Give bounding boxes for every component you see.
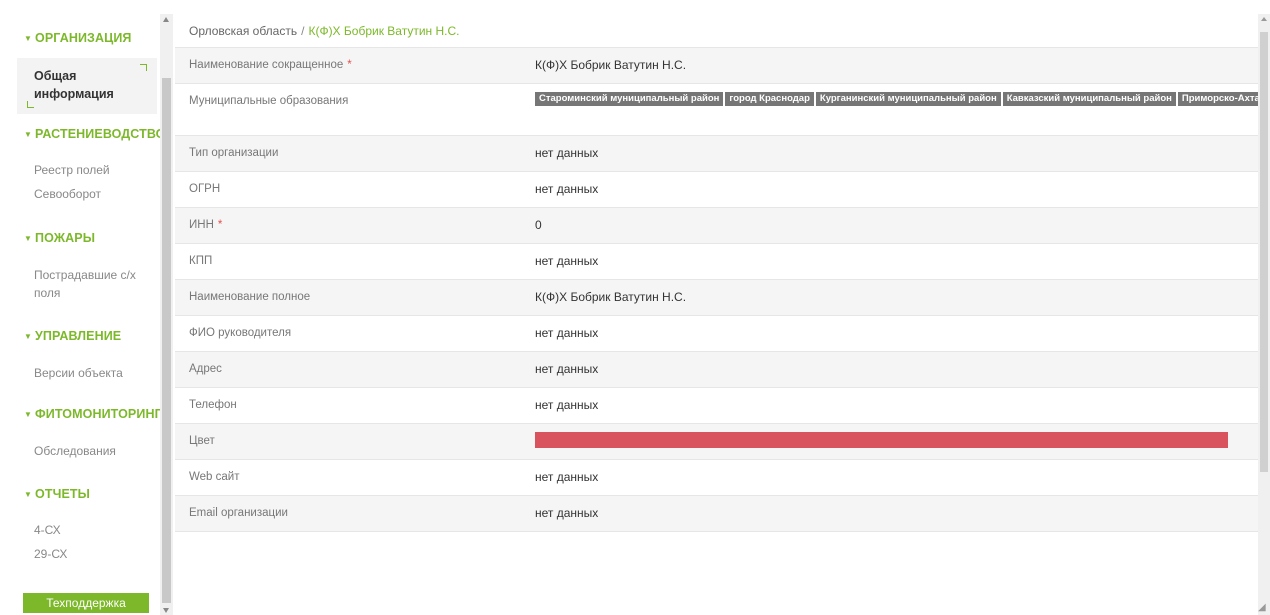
main-scrollbar[interactable]: ◢	[1258, 14, 1270, 615]
sidebar-item-report-4[interactable]: 4-СХ	[34, 520, 61, 540]
sidebar-section-phytomonitoring[interactable]: ▼ ФИТОМОНИТОРИНГ	[24, 407, 160, 421]
scroll-down-icon[interactable]	[163, 608, 169, 613]
sidebar-item-object-versions[interactable]: Версии объекта	[34, 363, 123, 383]
field-label: Наименование полное	[189, 291, 311, 303]
municipality-tags: Староминский муниципальный район город Кр…	[535, 84, 1258, 135]
sidebar-item-crop-rotation[interactable]: Севооборот	[34, 184, 101, 204]
sidebar-item-report-29[interactable]: 29-СХ	[34, 544, 67, 564]
field-row-kpp: КПП нет данных	[175, 244, 1258, 280]
field-value: нет данных	[535, 326, 599, 340]
field-value: 0	[535, 218, 542, 232]
scroll-up-icon[interactable]	[163, 17, 169, 22]
scrollbar-thumb[interactable]	[162, 78, 171, 603]
field-row-municipalities: Муниципальные образования Староминский м…	[175, 84, 1258, 136]
required-mark: *	[217, 219, 223, 231]
field-row-full-name: Наименование полное К(Ф)Х Бобрик Ватутин…	[175, 280, 1258, 316]
sidebar-section-reports[interactable]: ▼ ОТЧЕТЫ	[24, 487, 90, 501]
field-label: Наименование сокращенное *	[189, 59, 352, 71]
field-label: ФИО руководителя	[189, 327, 292, 339]
chevron-down-icon: ▼	[24, 34, 33, 43]
field-row-phone: Телефон нет данных	[175, 388, 1258, 424]
sidebar-section-management[interactable]: ▼ УПРАВЛЕНИЕ	[24, 329, 121, 343]
field-row-org-type: Тип организации нет данных	[175, 136, 1258, 172]
field-label: Цвет	[189, 435, 215, 447]
field-row-director: ФИО руководителя нет данных	[175, 316, 1258, 352]
field-label: КПП	[189, 255, 213, 267]
field-row-color: Цвет	[175, 424, 1258, 460]
field-value: К(Ф)Х Бобрик Ватутин Н.С.	[535, 290, 687, 304]
field-value: нет данных	[535, 506, 599, 520]
chevron-down-icon: ▼	[24, 490, 33, 499]
corner-bracket-icon	[27, 101, 34, 108]
field-row-email: Email организации нет данных	[175, 496, 1258, 532]
municipality-tag: Староминский муниципальный район	[535, 92, 724, 106]
support-button[interactable]: Техподдержка	[23, 593, 149, 613]
field-row-inn: ИНН * 0	[175, 208, 1258, 244]
scroll-up-icon[interactable]	[1261, 17, 1267, 21]
field-value: нет данных	[535, 146, 599, 160]
field-value: нет данных	[535, 182, 599, 196]
field-value: нет данных	[535, 362, 599, 376]
sidebar-section-crop-production[interactable]: ▼ РАСТЕНИЕВОДСТВО	[24, 127, 160, 141]
sidebar-section-organization[interactable]: ▼ ОРГАНИЗАЦИЯ	[24, 31, 132, 45]
field-row-website: Web сайт нет данных	[175, 460, 1258, 496]
sidebar-item-general-info[interactable]: Общая информация	[17, 58, 157, 114]
window-top-strip	[0, 0, 1270, 14]
breadcrumb-separator: /	[301, 24, 305, 38]
color-swatch	[535, 432, 1228, 449]
field-label: ОГРН	[189, 183, 221, 195]
field-label: Web сайт	[189, 471, 240, 483]
scrollbar-thumb[interactable]	[1260, 32, 1268, 472]
field-row-ogrn: ОГРН нет данных	[175, 172, 1258, 208]
chevron-down-icon: ▼	[24, 332, 33, 341]
field-value: нет данных	[535, 398, 599, 412]
breadcrumb-current[interactable]: К(Ф)Х Бобрик Ватутин Н.С.	[308, 24, 459, 38]
field-row-address: Адрес нет данных	[175, 352, 1258, 388]
municipality-tag: Курганинский муниципальный район	[815, 92, 1001, 106]
field-row-short-name: Наименование сокращенное * К(Ф)Х Бобрик В…	[175, 48, 1258, 84]
breadcrumb-region[interactable]: Орловская область	[189, 24, 297, 38]
sidebar-section-fires[interactable]: ▼ ПОЖАРЫ	[24, 231, 95, 245]
municipality-tag: Приморско-Ахтарский муниципальный район	[1177, 92, 1258, 106]
field-value: К(Ф)Х Бобрик Ватутин Н.С.	[535, 58, 687, 72]
municipality-tag: Кавказский муниципальный район	[1002, 92, 1176, 106]
field-label: Email организации	[189, 507, 288, 519]
field-label: Муниципальные образования	[189, 95, 349, 107]
main-content: Орловская область / К(Ф)Х Бобрик Ватутин Н…	[175, 14, 1258, 615]
sidebar-scrollbar[interactable]	[160, 14, 173, 615]
chevron-down-icon: ▼	[24, 410, 33, 419]
municipality-tag: город Краснодар	[725, 92, 814, 106]
field-label: Тип организации	[189, 147, 279, 159]
breadcrumb: Орловская область / К(Ф)Х Бобрик Ватутин Н…	[175, 14, 1258, 48]
corner-bracket-icon	[140, 64, 147, 71]
chevron-down-icon: ▼	[24, 130, 33, 139]
field-label: Адрес	[189, 363, 222, 375]
sidebar-item-affected-fields[interactable]: Пострадавшие с/х поля	[34, 266, 144, 302]
field-value: нет данных	[535, 470, 599, 484]
field-label: ИНН *	[189, 219, 223, 231]
required-mark: *	[347, 59, 352, 71]
field-value	[535, 424, 1258, 459]
tags-container: Староминский муниципальный район город Кр…	[535, 92, 1258, 127]
sidebar-item-fields-registry[interactable]: Реестр полей	[34, 160, 110, 180]
field-label: Телефон	[189, 399, 237, 411]
sidebar-item-surveys[interactable]: Обследования	[34, 441, 116, 461]
sidebar: ▼ ОРГАНИЗАЦИЯ Общая информация ▼ РАСТЕНИЕВ…	[14, 14, 160, 615]
field-value: нет данных	[535, 254, 599, 268]
chevron-down-icon: ▼	[24, 234, 33, 243]
resize-grip-icon[interactable]: ◢	[1258, 603, 1268, 613]
sidebar-item-label: Общая информация	[34, 69, 114, 101]
